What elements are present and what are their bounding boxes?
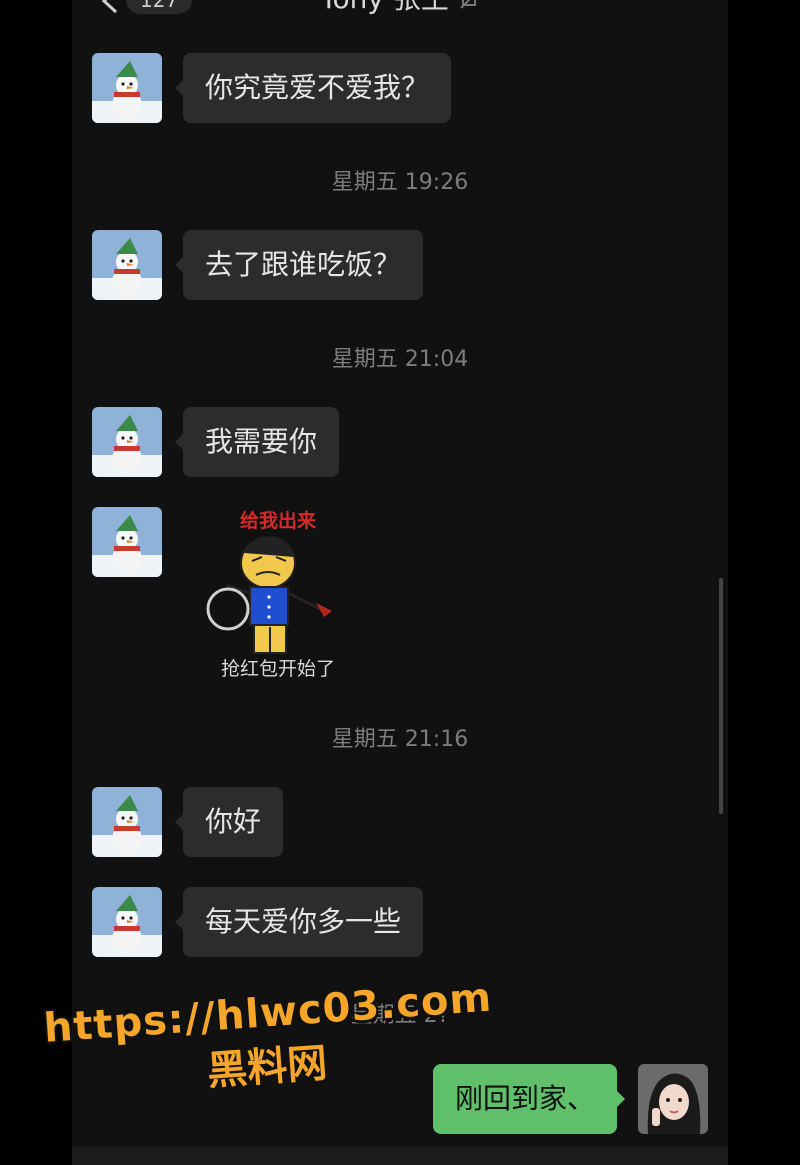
snowman-avatar-image [92,407,162,477]
snowman-avatar-image [92,507,162,577]
message-bubble[interactable]: 去了跟谁吃饭？ [174,230,424,300]
bell-muted-icon [460,0,476,9]
my-avatar[interactable] [638,1064,708,1134]
message-timestamp: 星期五 21:16 [331,727,469,752]
contact-avatar[interactable] [92,887,162,957]
snowman-avatar-image [92,53,162,123]
contact-avatar[interactable] [92,507,162,577]
contact-avatar[interactable] [92,230,162,300]
chat-title-text: Tony 张王 [320,0,449,15]
message-timestamp: 星期五 19:26 [331,170,469,195]
scrollbar-thumb[interactable] [719,578,723,814]
snowman-avatar-image [92,230,162,300]
sticker-message[interactable]: 给我出来 抢红包开始了 [192,505,362,685]
contact-avatar[interactable] [92,407,162,477]
snowman-avatar-image [92,887,162,957]
contact-avatar[interactable] [92,53,162,123]
chat-header: 127 Tony 张王 [72,0,728,20]
input-bar-edge [72,1147,728,1165]
chat-title: Tony 张王 [72,0,728,14]
message-bubble[interactable]: 你好 [174,787,284,857]
sticker-caption-bottom: 抢红包开始了 [221,658,335,680]
sticker-caption-top: 给我出来 [240,509,316,532]
message-bubble[interactable]: 你究竟爱不爱我？ [174,53,452,123]
message-timestamp: 星期五 21:04 [331,347,469,372]
snowman-avatar-image [92,787,162,857]
message-bubble[interactable]: 每天爱你多一些 [174,887,424,957]
contact-avatar[interactable] [92,787,162,857]
message-bubble[interactable]: 我需要你 [174,407,340,477]
girl-avatar-image [638,1064,708,1134]
